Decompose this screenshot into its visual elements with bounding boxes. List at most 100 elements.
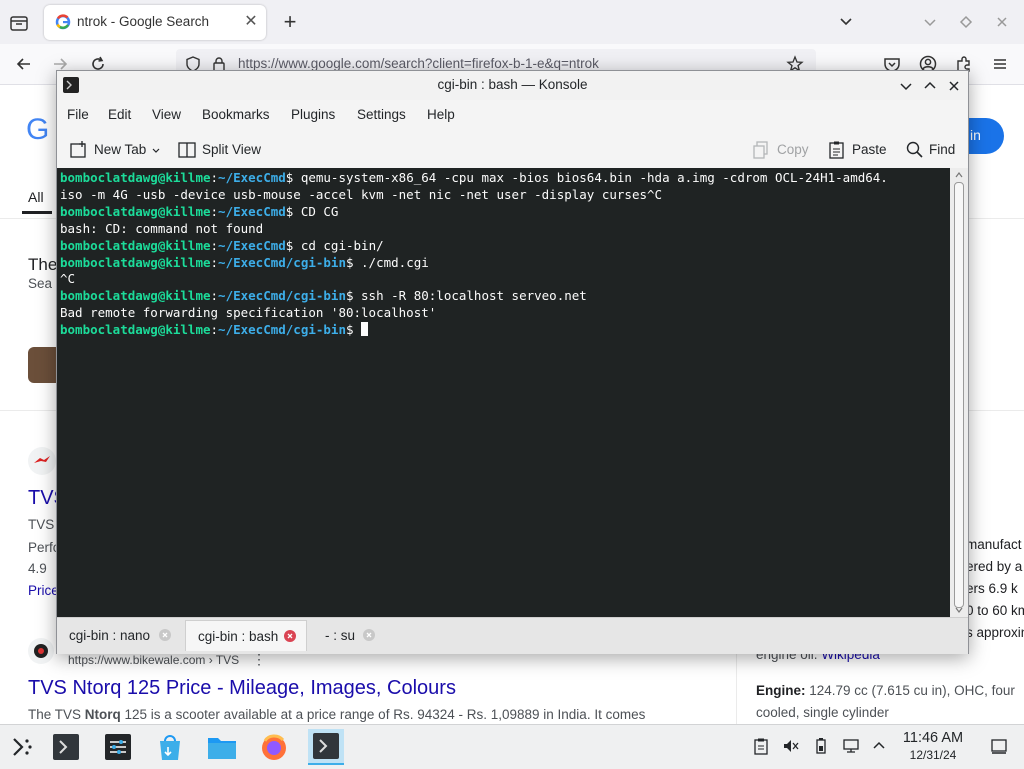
snippet-text: 125 is a scooter available at a price ra…: [120, 707, 646, 722]
minimize-icon[interactable]: [920, 12, 940, 32]
maximize-icon[interactable]: [921, 77, 939, 95]
network-wired-icon[interactable]: [842, 737, 860, 755]
taskbar-dolphin[interactable]: [204, 729, 240, 765]
application-launcher-button[interactable]: [4, 729, 40, 765]
menu-help[interactable]: Help: [427, 107, 455, 122]
sign-in-label: in: [970, 127, 981, 143]
paste-icon: [829, 141, 844, 159]
terminal-line: bomboclatdawg@killme:~/ExecCmd$ qemu-sys…: [60, 170, 888, 185]
konsole-title-bar[interactable]: cgi-bin : bash — Konsole: [57, 71, 968, 100]
konsole-icon: [53, 734, 79, 760]
clipboard-icon[interactable]: [752, 737, 770, 755]
taskbar-konsole-pinned[interactable]: [48, 729, 84, 765]
volume-muted-icon[interactable]: [782, 737, 800, 755]
price-link-fragment[interactable]: Price: [28, 583, 59, 598]
new-tab-button[interactable]: +: [278, 10, 302, 34]
scrollbar-thumb[interactable]: [954, 182, 964, 608]
terminal-scrollbar[interactable]: [950, 168, 968, 617]
split-view-icon: [178, 142, 196, 158]
result-snippet: The TVS Ntorq 125 is a scooter available…: [28, 707, 645, 722]
prompt-path: ~/ExecCmd/cgi-bin: [218, 288, 346, 304]
tab-label: cgi-bin : bash: [198, 629, 279, 644]
folder-icon: [208, 738, 236, 759]
show-desktop-icon[interactable]: [990, 737, 1008, 755]
close-tab-icon[interactable]: [159, 629, 171, 641]
tab-label: cgi-bin : nano: [69, 628, 151, 643]
taskbar-konsole-active[interactable]: [308, 729, 344, 765]
tab-cgi-bin-bash[interactable]: cgi-bin : bash: [185, 620, 307, 651]
panel-text-fragment: ers 6.9 k: [966, 581, 1018, 596]
tab-cgi-bin-nano[interactable]: cgi-bin : nano: [57, 620, 183, 650]
scroll-up-icon[interactable]: [954, 170, 964, 180]
paste-button[interactable]: Paste: [827, 139, 889, 161]
copy-label: Copy: [777, 142, 809, 157]
split-view-label: Split View: [202, 142, 262, 157]
paste-label: Paste: [852, 142, 887, 157]
terminal-line: Bad remote forwarding specification '80:…: [60, 305, 437, 321]
engine-value: 124.79 cc (7.615 cu in), OHC, four: [805, 683, 1015, 698]
konsole-menu-bar: File Edit View Bookmarks Plugins Setting…: [57, 100, 968, 130]
tvs-logo-icon: [28, 447, 56, 475]
menu-view[interactable]: View: [152, 107, 181, 122]
menu-file[interactable]: File: [67, 107, 89, 122]
terminal-area[interactable]: bomboclatdawg@killme:~/ExecCmd$ qemu-sys…: [57, 168, 950, 617]
close-tab-icon[interactable]: [284, 630, 296, 642]
menu-settings[interactable]: Settings: [357, 107, 406, 122]
prompt-path: ~/ExecCmd/cgi-bin: [218, 254, 346, 270]
menu-edit[interactable]: Edit: [108, 107, 131, 122]
close-tab-icon[interactable]: ✕: [242, 13, 260, 31]
command-text: $: [345, 322, 362, 338]
minimize-icon[interactable]: [897, 77, 915, 95]
close-window-icon[interactable]: [945, 77, 963, 95]
copy-button[interactable]: Copy: [751, 139, 809, 161]
split-view-button[interactable]: Split View: [177, 139, 267, 161]
terminal-line: bomboclatdawg@killme:~/ExecCmd/cgi-bin$ …: [60, 254, 429, 270]
clock-date[interactable]: 12/31/24: [892, 748, 974, 762]
terminal-line: bomboclatdawg@killme:~/ExecCmd$ CD CG: [60, 203, 339, 219]
firefox-view-button[interactable]: [8, 12, 30, 34]
close-tab-icon[interactable]: [363, 629, 375, 641]
menu-bookmarks[interactable]: Bookmarks: [202, 107, 270, 122]
terminal-line: iso -m 4G -usb -device usb-mouse -accel …: [60, 186, 663, 202]
taskbar-discover[interactable]: [152, 729, 188, 765]
google-logo-fragment: G: [26, 113, 50, 146]
close-window-icon[interactable]: [992, 12, 1012, 32]
show-hidden-icons-chevron-up-icon[interactable]: [870, 737, 888, 755]
tab-su[interactable]: - : su: [313, 620, 383, 650]
clock-time[interactable]: 11:46 AM: [892, 730, 974, 746]
tab-label: - : su: [325, 628, 356, 643]
prompt-path: ~/ExecCmd/cgi-bin: [218, 322, 346, 338]
terminal-output: bomboclatdawg@killme:~/ExecCmd$ qemu-sys…: [60, 170, 888, 339]
taskbar-firefox[interactable]: [256, 729, 292, 765]
menu-hamburger-icon[interactable]: [990, 54, 1010, 74]
list-all-tabs-icon[interactable]: [836, 12, 856, 32]
snippet-bold: Ntorq: [84, 707, 121, 722]
battery-icon[interactable]: [812, 737, 830, 755]
back-arrow-icon[interactable]: [14, 54, 34, 74]
tab-all-underline: [22, 211, 52, 214]
tab-all[interactable]: All: [28, 189, 44, 205]
taskbar-system-settings[interactable]: [100, 729, 136, 765]
panel-text-fragment: 0 to 60 km: [966, 603, 1024, 618]
panel-engine-line-2: cooled, single cylinder: [756, 705, 889, 720]
terminal-cursor: [361, 322, 369, 337]
result-title-link[interactable]: TVS Ntorq 125 Price - Mileage, Images, C…: [28, 677, 456, 700]
maximize-icon[interactable]: [956, 12, 976, 32]
prompt-path: ~/ExecCmd: [218, 203, 286, 219]
scroll-down-icon[interactable]: [954, 605, 964, 615]
result-breadcrumb[interactable]: https://www.bikewale.com › TVS: [68, 653, 239, 667]
firefox-view-icon: [10, 16, 28, 31]
prompt-user: bomboclatdawg@killme: [60, 288, 211, 304]
panel-divider: [736, 645, 737, 725]
new-tab-button[interactable]: New Tab: [69, 139, 161, 161]
prompt-user: bomboclatdawg@killme: [60, 254, 211, 270]
konsole-tab-bar: cgi-bin : nano cgi-bin : bash - : su: [57, 617, 968, 654]
find-button[interactable]: Find: [905, 139, 961, 161]
command-text: $ cd cgi-bin/: [285, 237, 384, 253]
prompt-path: ~/ExecCmd: [218, 237, 286, 253]
browser-tab-bar: ntrok - Google Search ✕ +: [0, 0, 1024, 44]
menu-plugins[interactable]: Plugins: [291, 107, 335, 122]
taskbar: 11:46 AM 12/31/24: [0, 724, 1024, 769]
browser-tab-active[interactable]: ntrok - Google Search ✕: [44, 5, 266, 40]
prompt-path: ~/ExecCmd: [218, 170, 286, 185]
